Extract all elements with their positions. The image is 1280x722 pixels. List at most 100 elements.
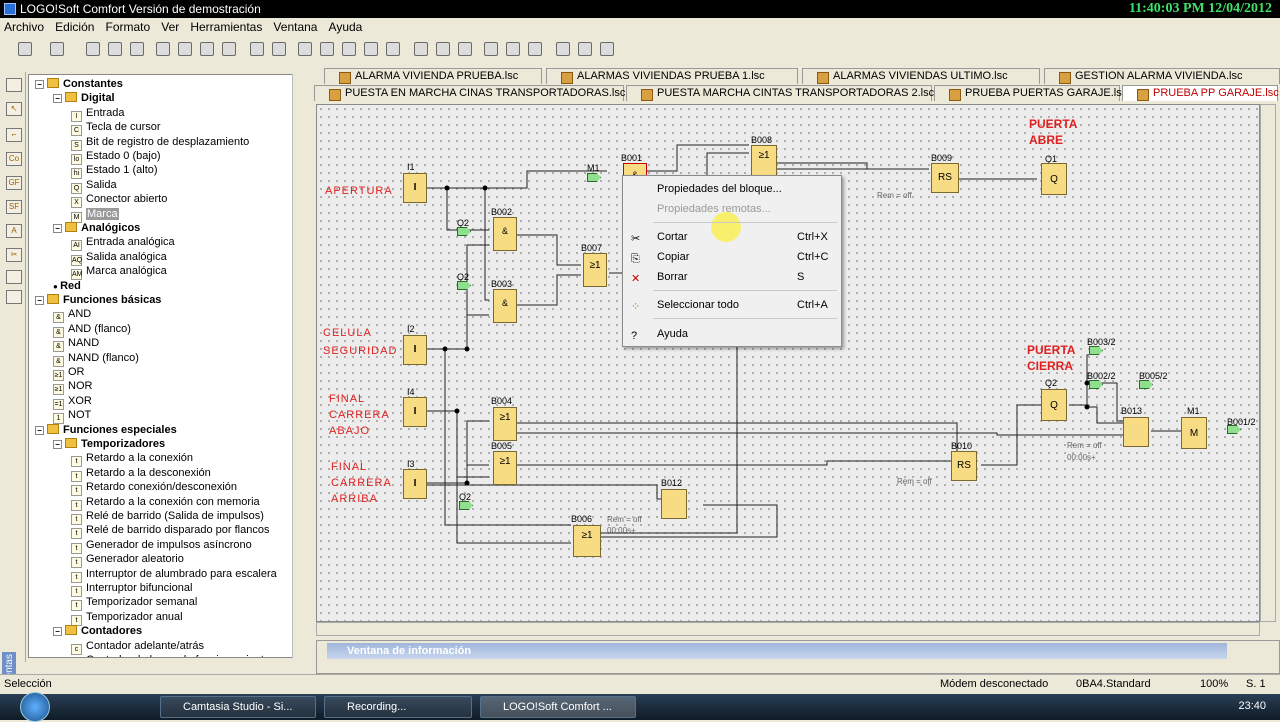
menu-formato[interactable]: Formato xyxy=(102,18,155,34)
expand-icon[interactable]: − xyxy=(53,94,62,104)
input-block-i3[interactable]: I xyxy=(403,469,427,499)
menu-edicion[interactable]: Edición xyxy=(51,18,98,34)
and-block-b003[interactable]: & xyxy=(493,289,517,323)
tree-item[interactable]: − Funciones básicas xyxy=(35,293,161,307)
tree-item[interactable]: t Retardo a la conexión con memoria xyxy=(71,495,260,511)
tree-item[interactable]: M Marca xyxy=(71,207,119,223)
tab-prueba-puertas-garaje[interactable]: PRUEBA PUERTAS GARAJE.lsc xyxy=(934,85,1127,101)
align-top-icon[interactable] xyxy=(364,42,378,56)
timer-block-b012[interactable] xyxy=(661,489,687,519)
highlight-icon[interactable] xyxy=(484,42,498,56)
align-right-icon[interactable] xyxy=(342,42,356,56)
expand-icon[interactable]: − xyxy=(35,296,44,305)
tree-item[interactable]: t Generador de impulsos asíncrono xyxy=(71,538,252,554)
menu-item-copiar[interactable]: ⎘ Copiar Ctrl+C xyxy=(623,248,841,266)
menu-item-borrar[interactable]: ✕ Borrar S xyxy=(623,268,841,286)
close-file-icon[interactable] xyxy=(86,42,100,56)
tree-item[interactable]: C Tecla de cursor xyxy=(71,120,161,137)
new-icon[interactable] xyxy=(18,42,32,56)
menu-ayuda[interactable]: Ayuda xyxy=(325,18,367,34)
collapse-icon[interactable] xyxy=(6,78,22,92)
tab-puesta-en-marcha-cinas[interactable]: PUESTA EN MARCHA CINAS TRANSPORTADORAS.l… xyxy=(314,85,625,101)
undo-icon[interactable] xyxy=(250,42,264,56)
tab-alarma-vivienda-prueba[interactable]: ALARMA VIVIENDA PRUEBA.lsc xyxy=(324,68,542,84)
tree-item[interactable]: − Constantes xyxy=(35,77,123,91)
print-icon[interactable] xyxy=(130,42,144,56)
align-bottom-icon[interactable] xyxy=(386,42,400,56)
menu-archivo[interactable]: Archivo xyxy=(0,18,48,34)
tree-item[interactable]: & AND xyxy=(53,307,91,324)
input-block-i2[interactable]: I xyxy=(403,335,427,365)
open-icon[interactable] xyxy=(50,42,64,56)
pointer-icon[interactable]: ↖ xyxy=(6,102,22,116)
menu-item-ayuda[interactable]: ? Ayuda xyxy=(623,325,841,343)
canvas-horizontal-scrollbar[interactable] xyxy=(316,622,1260,636)
tree-item[interactable]: AQ Salida analógica xyxy=(71,250,167,266)
input-block-i4[interactable]: I xyxy=(403,397,427,427)
space-icon[interactable] xyxy=(414,42,428,56)
expand-icon[interactable]: − xyxy=(35,425,44,435)
copy-icon[interactable] xyxy=(178,42,192,56)
tree-item[interactable]: ≥1 NOR xyxy=(53,379,92,396)
expand-icon[interactable]: − xyxy=(53,627,62,637)
ram-tool-icon[interactable] xyxy=(6,290,22,304)
tree-item[interactable]: S Bit de registro de desplazamiento xyxy=(71,135,249,151)
tree-item[interactable]: − Temporizadores xyxy=(53,437,165,451)
tree-item[interactable]: hi Estado 1 (alto) xyxy=(71,163,158,180)
tree-item[interactable]: ● Red xyxy=(53,279,81,293)
start-button[interactable] xyxy=(20,692,50,722)
tree-item[interactable]: − Contadores xyxy=(53,624,142,638)
redo-icon[interactable] xyxy=(272,42,286,56)
tree-item[interactable]: t Temporizador anual xyxy=(71,610,183,626)
text-tool-icon[interactable]: A xyxy=(6,224,22,238)
tab-alarmas-viviendas-prueba-1[interactable]: ALARMAS VIVIENDAS PRUEBA 1.lsc xyxy=(546,68,798,84)
tree-item[interactable]: AI Entrada analógica xyxy=(71,235,175,252)
menu-item-cortar[interactable]: ✂ Cortar Ctrl+X xyxy=(623,228,841,246)
taskbar-logosoft[interactable]: LOGO!Soft Comfort ... xyxy=(480,696,636,718)
tree-item[interactable]: t Retardo a la conexión xyxy=(71,451,193,468)
zoom-in-icon[interactable] xyxy=(506,42,520,56)
menu-herramientas[interactable]: Herramientas xyxy=(186,18,266,34)
marker-block-m1[interactable]: M xyxy=(1181,417,1207,449)
tree-item[interactable]: =1 XOR xyxy=(53,394,92,410)
or-block-b008[interactable]: ≥1 xyxy=(751,145,777,179)
cut-icon[interactable] xyxy=(156,42,170,56)
tree-item[interactable]: I Entrada xyxy=(71,106,125,122)
or-block-b004[interactable]: ≥1 xyxy=(493,407,517,441)
expand-icon[interactable]: − xyxy=(53,440,62,449)
sf-tool-icon[interactable]: SF xyxy=(6,200,22,214)
tree-item[interactable]: X Conector abierto xyxy=(71,192,167,209)
zoom-out-icon[interactable] xyxy=(528,42,542,56)
tree-item[interactable]: & NAND (flanco) xyxy=(53,351,139,367)
simulate-icon[interactable] xyxy=(578,42,592,56)
save-icon[interactable] xyxy=(108,42,122,56)
rs-block-b010[interactable]: RS xyxy=(951,451,977,481)
tree-item[interactable]: t Retardo a la desconexión xyxy=(71,466,211,482)
menu-ver[interactable]: Ver xyxy=(157,18,183,34)
tree-item[interactable]: ≥1 OR xyxy=(53,365,85,381)
taskbar-camtasia[interactable]: Camtasia Studio - Si... xyxy=(160,696,316,718)
tree-item[interactable]: lo Estado 0 (bajo) xyxy=(71,149,161,165)
and-block-b002[interactable]: & xyxy=(493,217,517,251)
tree-item[interactable]: c Contador adelante/atrás xyxy=(71,639,204,655)
align-left-icon[interactable] xyxy=(298,42,312,56)
output-block-q1[interactable]: Q xyxy=(1041,163,1067,195)
tree-scrollbar[interactable] xyxy=(292,74,306,658)
fit-icon[interactable] xyxy=(556,42,570,56)
block-icon[interactable] xyxy=(458,42,472,56)
expand-icon[interactable]: − xyxy=(53,224,62,233)
grid-icon[interactable] xyxy=(436,42,450,56)
or-block-b007[interactable]: ≥1 xyxy=(583,253,607,287)
tree-item[interactable]: − Analógicos xyxy=(53,221,140,235)
canvas-vertical-scrollbar[interactable] xyxy=(1260,104,1276,622)
tree-item[interactable]: − Funciones especiales xyxy=(35,423,177,437)
delete-icon[interactable] xyxy=(222,42,236,56)
tree-item[interactable]: t Interruptor de alumbrado para escalera xyxy=(71,567,277,583)
tree-item[interactable]: − Digital xyxy=(53,91,115,105)
block-tool-icon[interactable] xyxy=(6,270,22,284)
gf-tool-icon[interactable]: GF xyxy=(6,176,22,190)
tree-item[interactable]: t Relé de barrido (Salida de impulsos) xyxy=(71,509,264,525)
paste-icon[interactable] xyxy=(200,42,214,56)
expand-icon[interactable]: − xyxy=(35,80,44,89)
or-block-b006[interactable]: ≥1 xyxy=(573,525,601,557)
